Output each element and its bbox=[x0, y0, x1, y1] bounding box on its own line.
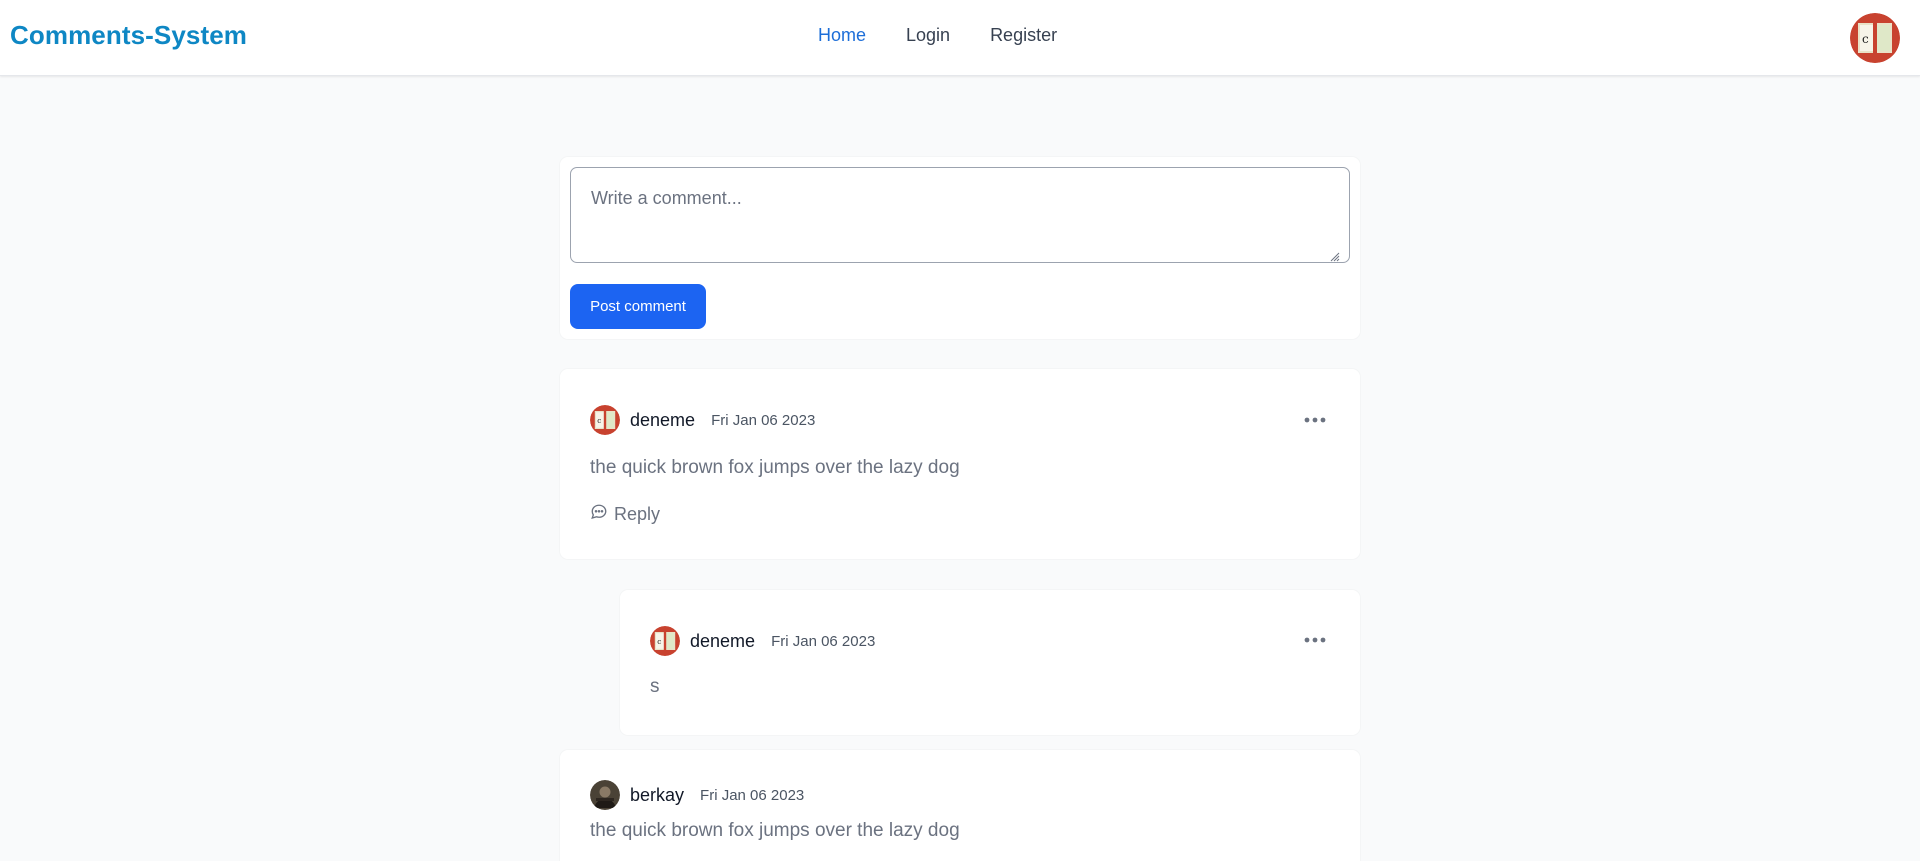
author-avatar: c bbox=[590, 405, 620, 435]
comment-text: the quick brown fox jumps over the lazy … bbox=[590, 820, 960, 841]
comment-header: c deneme Fri Jan 06 2023 bbox=[650, 626, 875, 656]
nav-link-register[interactable]: Register bbox=[990, 25, 1057, 46]
reply-label: Reply bbox=[614, 504, 661, 524]
resize-handle-icon[interactable] bbox=[1330, 249, 1340, 262]
comment-card: c deneme Fri Jan 06 2023 the quick brown… bbox=[560, 369, 1360, 559]
comment-date: Fri Jan 06 2023 bbox=[711, 411, 816, 429]
post-comment-button[interactable]: Post comment bbox=[570, 284, 706, 329]
more-horizontal-icon[interactable] bbox=[1300, 405, 1330, 435]
navbar: Comments-System Home Login Register c bbox=[0, 0, 1920, 76]
more-horizontal-icon[interactable] bbox=[1300, 625, 1330, 655]
reply-button[interactable]: Reply bbox=[590, 503, 660, 526]
svg-text:c: c bbox=[597, 416, 601, 425]
comment-author: berkay bbox=[630, 784, 685, 805]
nav-link-login[interactable]: Login bbox=[906, 25, 950, 46]
comment-text: the quick brown fox jumps over the lazy … bbox=[590, 457, 960, 478]
comment-text: s bbox=[650, 676, 660, 697]
main-nav: Home Login Register bbox=[818, 25, 1057, 46]
comment-author: deneme bbox=[630, 409, 696, 430]
reply-comment-card: c deneme Fri Jan 06 2023 s bbox=[620, 590, 1360, 735]
comment-author: deneme bbox=[690, 630, 756, 651]
author-avatar bbox=[590, 780, 620, 810]
comment-textarea[interactable] bbox=[570, 167, 1350, 263]
user-avatar-icon[interactable]: c bbox=[1850, 13, 1900, 63]
nav-link-home[interactable]: Home bbox=[818, 25, 866, 46]
comment-header: berkay Fri Jan 06 2023 bbox=[590, 780, 804, 810]
comment-composer: Post comment bbox=[560, 157, 1360, 339]
svg-text:c: c bbox=[1862, 32, 1869, 46]
comment-card: berkay Fri Jan 06 2023 the quick brown f… bbox=[560, 750, 1360, 861]
comment-header: c deneme Fri Jan 06 2023 bbox=[590, 405, 815, 435]
comment-date: Fri Jan 06 2023 bbox=[700, 786, 805, 804]
comment-date: Fri Jan 06 2023 bbox=[771, 632, 876, 650]
svg-text:c: c bbox=[657, 637, 661, 646]
chat-bubble-icon bbox=[590, 503, 608, 526]
author-avatar: c bbox=[650, 626, 680, 656]
brand-logo-link[interactable]: Comments-System bbox=[10, 20, 247, 51]
